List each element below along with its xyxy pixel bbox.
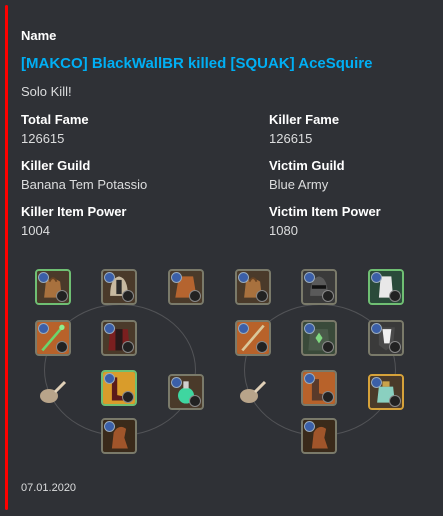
potion-icon: [368, 374, 404, 410]
bag-icon: [235, 269, 271, 305]
shield-icon: [368, 320, 404, 356]
staff-icon: [35, 320, 71, 356]
field-killer-fame: Killer Fame 126615: [269, 111, 339, 147]
shoes-icon: [101, 370, 137, 406]
field-name: Victim Item Power: [269, 204, 381, 219]
field-victim-item-power: Victim Item Power 1080: [269, 203, 381, 239]
field-killer-item-power: Killer Item Power 1004: [21, 203, 126, 239]
embed-footer-date: 07.01.2020: [21, 482, 77, 494]
potion-icon: [168, 374, 204, 410]
horse-mount-icon: [101, 418, 137, 454]
field-name: Killer Fame: [269, 112, 340, 127]
field-value: 1004: [21, 223, 50, 238]
victim-equipment-image[interactable]: [232, 266, 407, 461]
bag-icon: [35, 269, 71, 305]
embed-description: Solo Kill!: [21, 84, 72, 99]
author-label: Name: [21, 28, 57, 43]
killer-equipment-image[interactable]: [32, 266, 207, 461]
field-value: 1080: [269, 223, 298, 238]
field-killer-guild: Killer Guild Banana Tem Potassio: [21, 157, 147, 193]
off-hand-slot-empty: [168, 320, 204, 356]
shoes-icon: [301, 370, 337, 406]
field-value: Banana Tem Potassio: [21, 177, 148, 192]
weapon-icon: [235, 320, 271, 356]
field-name: Killer Item Power: [21, 204, 127, 219]
field-victim-guild: Victim Guild Blue Army: [269, 157, 345, 193]
horse-mount-icon: [301, 418, 337, 454]
field-name: Victim Guild: [269, 158, 345, 173]
cape-icon: [168, 269, 204, 305]
field-value: 126615: [269, 131, 313, 146]
embed-title-link[interactable]: [MAKCO] BlackWallBR killed [SQUAK] AceSq…: [21, 55, 372, 72]
field-value: Blue Army: [269, 177, 329, 192]
cape-icon: [368, 269, 404, 305]
field-total-fame: Total Fame 126615: [21, 111, 89, 147]
food-icon: [235, 374, 271, 410]
chest-armor-icon: [101, 320, 137, 356]
field-name: Total Fame: [21, 112, 89, 127]
field-name: Killer Guild: [21, 158, 91, 173]
food-icon: [35, 374, 71, 410]
field-value: 126615: [21, 131, 65, 146]
chest-armor-icon: [301, 320, 337, 356]
embed-accent-bar: [5, 5, 8, 510]
helmet-icon: [301, 269, 337, 305]
helmet-icon: [101, 269, 137, 305]
kill-embed: Name [MAKCO] BlackWallBR killed [SQUAK] …: [0, 0, 443, 516]
